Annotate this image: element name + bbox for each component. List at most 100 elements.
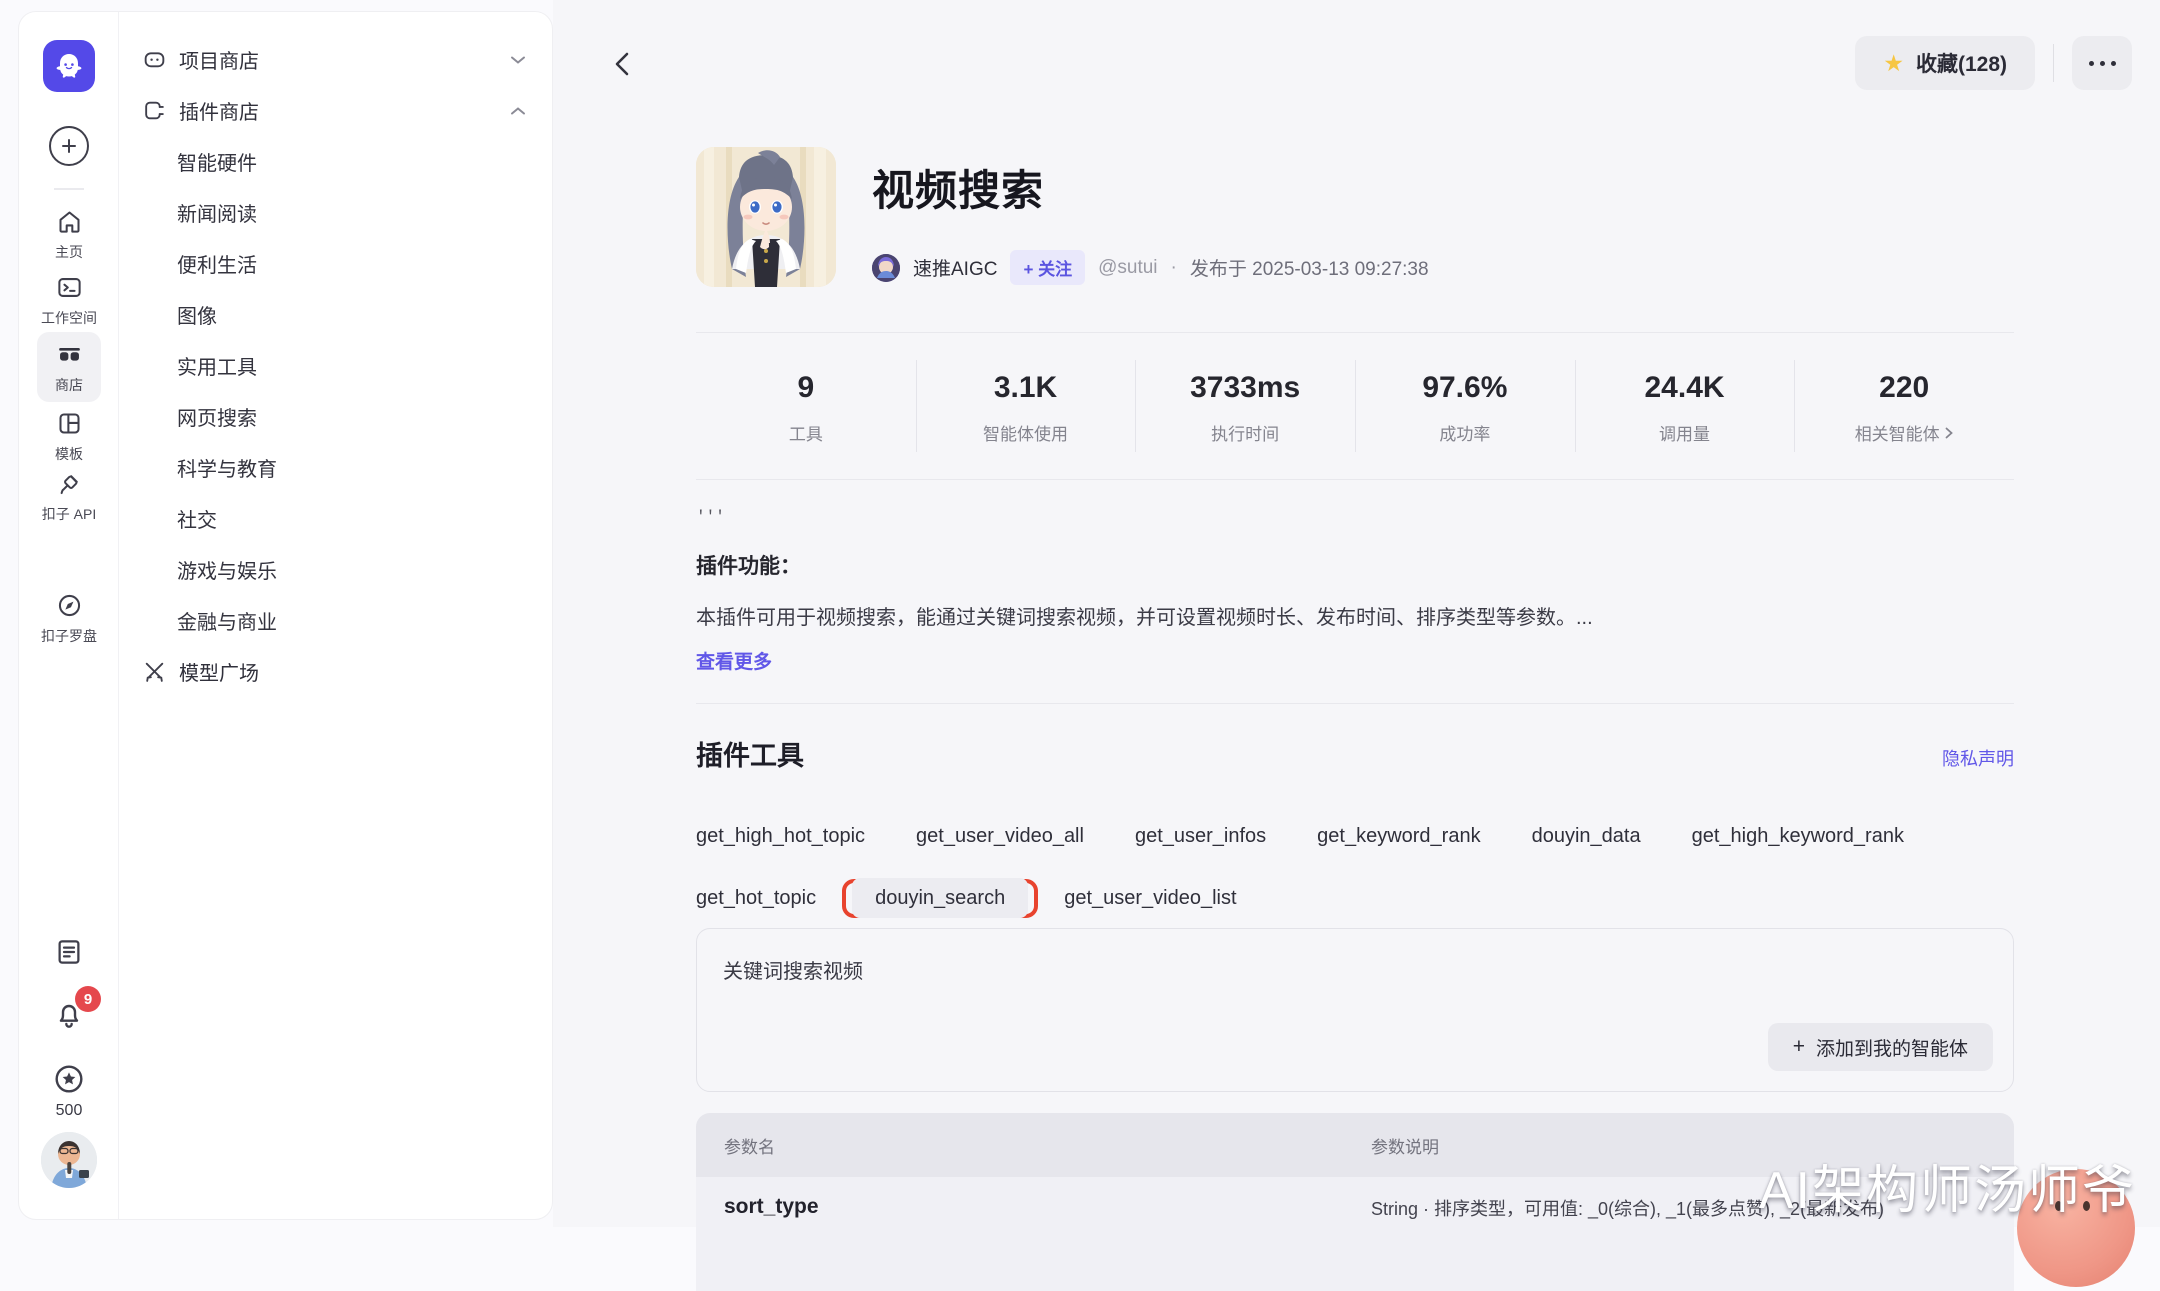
- chevron-right-icon: [1944, 426, 1954, 440]
- stat-label: 执行时间: [1135, 420, 1355, 445]
- nav-category-label: 图像: [177, 300, 217, 329]
- more-button[interactable]: [2072, 36, 2132, 90]
- add-to-agent-button[interactable]: + 添加到我的智能体: [1768, 1023, 1993, 1071]
- rail-item-store[interactable]: 商店: [37, 332, 101, 402]
- rail-item-credits[interactable]: 500: [19, 1062, 119, 1120]
- plugin-header: 视频搜索 速推AIGC + 关注 @sutui · 发布于 202: [696, 147, 1429, 287]
- nav-category-item[interactable]: 智能硬件: [119, 136, 552, 187]
- rail-item-label: 模板: [55, 444, 83, 464]
- store-icon: [56, 341, 83, 368]
- nav-category-item[interactable]: 便利生活: [119, 238, 552, 289]
- nav-item-label: 插件商店: [179, 96, 259, 125]
- plus-icon: [59, 136, 79, 156]
- highlight-annotation: douyin_search: [842, 879, 1038, 918]
- nav-category-item[interactable]: 网页搜索: [119, 391, 552, 442]
- rail-divider: [54, 188, 84, 190]
- column-header-param-name: 参数名: [696, 1133, 1371, 1158]
- author-name[interactable]: 速推AIGC: [913, 254, 997, 281]
- add-to-agent-label: 添加到我的智能体: [1816, 1034, 1968, 1061]
- icon-rail: 主页 工作空间 商店 模板: [19, 12, 119, 1219]
- tool-tab[interactable]: get_keyword_rank: [1317, 825, 1480, 848]
- stat-agent-usage: 3.1K 智能体使用: [916, 367, 1136, 445]
- nav-category-label: 智能硬件: [177, 147, 257, 176]
- tool-tab-selected[interactable]: douyin_search: [852, 878, 1028, 918]
- rail-item-label: 扣子 API: [42, 504, 96, 524]
- stat-label: 调用量: [1575, 420, 1795, 445]
- credits-label: 500: [56, 1102, 83, 1120]
- favorite-button[interactable]: ★ 收藏(128): [1855, 36, 2035, 90]
- description-quote: ''': [696, 508, 1593, 526]
- rail-item-home[interactable]: 主页: [19, 208, 119, 262]
- stat-label: 工具: [696, 420, 916, 445]
- nav-category-item[interactable]: 金融与商业: [119, 595, 552, 646]
- create-new-button[interactable]: [49, 126, 89, 166]
- chevron-down-icon: [510, 55, 526, 65]
- nav-item-plugin-store[interactable]: 插件商店: [119, 85, 552, 136]
- coze-logo[interactable]: [43, 40, 95, 92]
- back-button[interactable]: [605, 46, 641, 82]
- tool-tabs: get_high_hot_topic get_user_video_all ge…: [696, 811, 2014, 923]
- main-area: ★ 收藏(128): [553, 0, 2160, 1227]
- favorite-label: 收藏(128): [1916, 48, 2007, 78]
- rail-item-workspace[interactable]: 工作空间: [19, 274, 119, 328]
- nav-category-item[interactable]: 图像: [119, 289, 552, 340]
- actions-divider: [2053, 44, 2054, 82]
- tool-tab[interactable]: get_user_video_list: [1064, 887, 1236, 910]
- nav-category-item[interactable]: 游戏与娱乐: [119, 544, 552, 595]
- column-header-param-desc: 参数说明: [1371, 1133, 2014, 1158]
- tool-tab[interactable]: get_high_keyword_rank: [1692, 825, 1904, 848]
- rail-item-compass[interactable]: 扣子罗盘: [19, 592, 119, 646]
- author-avatar: [872, 254, 900, 282]
- top-actions: ★ 收藏(128): [1855, 36, 2132, 90]
- stat-calls: 24.4K 调用量: [1575, 367, 1795, 445]
- user-avatar: [41, 1132, 97, 1188]
- plugin-header-info: 视频搜索 速推AIGC + 关注 @sutui · 发布于 202: [872, 147, 1429, 287]
- nav-category-item[interactable]: 新闻阅读: [119, 187, 552, 238]
- table-row: sort_type String · 排序类型，可用值: _0(综合), _1(…: [696, 1177, 2014, 1291]
- nav-category-label: 网页搜索: [177, 402, 257, 431]
- stat-value: 3.1K: [916, 371, 1136, 405]
- workspace-icon: [56, 274, 83, 301]
- rail-item-api[interactable]: 扣子 API: [19, 470, 119, 524]
- nav-category-item[interactable]: 科学与教育: [119, 442, 552, 493]
- nav-category-item[interactable]: 社交: [119, 493, 552, 544]
- plugin-avatar-art: [696, 147, 836, 287]
- rail-item-docs[interactable]: [19, 937, 119, 967]
- nav-category-item[interactable]: 实用工具: [119, 340, 552, 391]
- compass-icon: [56, 592, 83, 619]
- tool-tab[interactable]: get_high_hot_topic: [696, 825, 865, 848]
- tool-detail-card: 关键词搜索视频 + 添加到我的智能体: [696, 928, 2014, 1092]
- star-circle-icon: [52, 1062, 86, 1096]
- author-row: 速推AIGC + 关注 @sutui · 发布于 2025-03-13 09:2…: [872, 250, 1429, 285]
- separator-dot: ·: [1171, 257, 1177, 279]
- tool-tab[interactable]: douyin_data: [1532, 825, 1641, 848]
- follow-button[interactable]: + 关注: [1010, 250, 1085, 285]
- nav-item-project-store[interactable]: 项目商店: [119, 34, 552, 85]
- stat-label: 相关智能体: [1855, 420, 1940, 445]
- store-nav: 项目商店 插件商店 智能硬件 新闻阅读 便利生活 图像 实用工具 网页搜索 科学…: [119, 12, 552, 1219]
- privacy-statement-link[interactable]: 隐私声明: [1942, 745, 2014, 771]
- stat-value: 9: [696, 371, 916, 405]
- see-more-link[interactable]: 查看更多: [696, 647, 1593, 674]
- rail-item-template[interactable]: 模板: [19, 410, 119, 464]
- stat-related-agents[interactable]: 220 相关智能体: [1794, 367, 2014, 445]
- rail-item-profile[interactable]: [19, 1132, 119, 1188]
- nav-item-model-plaza[interactable]: 模型广场: [119, 646, 552, 697]
- nav-category-label: 新闻阅读: [177, 198, 257, 227]
- tool-tab[interactable]: get_user_infos: [1135, 825, 1266, 848]
- nav-category-label: 科学与教育: [177, 453, 277, 482]
- tool-tab[interactable]: get_user_video_all: [916, 825, 1084, 848]
- mascot-peek: [2017, 1169, 2135, 1287]
- stat-label: 成功率: [1355, 420, 1575, 445]
- template-icon: [56, 410, 83, 437]
- tool-description: 关键词搜索视频: [723, 955, 863, 984]
- stat-success-rate: 97.6% 成功率: [1355, 367, 1575, 445]
- nav-category-label: 实用工具: [177, 351, 257, 380]
- back-chevron-icon: [612, 51, 634, 77]
- param-desc: String · 排序类型，可用值: _0(综合), _1(最多点赞), _2(…: [1371, 1195, 2014, 1221]
- nav-item-label: 模型广场: [179, 657, 259, 686]
- stat-value: 220: [1794, 371, 2014, 405]
- rail-item-notifications[interactable]: 9: [19, 998, 119, 1030]
- tool-tab[interactable]: get_hot_topic: [696, 887, 816, 910]
- nav-category-label: 金融与商业: [177, 606, 277, 635]
